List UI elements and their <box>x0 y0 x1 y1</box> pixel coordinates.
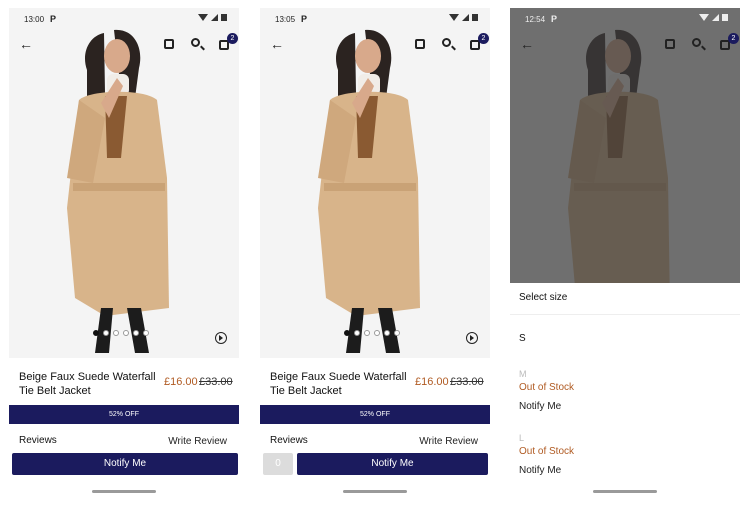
signal-icon <box>712 14 719 21</box>
reviews-heading: Reviews <box>270 435 308 446</box>
battery-icon <box>722 14 728 21</box>
stock-status: Out of Stock <box>519 382 575 393</box>
status-bar: 12:54 P <box>510 8 740 30</box>
pager-dot[interactable] <box>394 330 400 336</box>
pager-dot[interactable] <box>344 330 350 336</box>
status-time: 13:00 <box>24 15 45 24</box>
product-title: Beige Faux Suede Waterfall Tie Belt Jack… <box>270 371 407 397</box>
back-arrow-icon[interactable]: ← <box>19 36 33 52</box>
sale-price: £16.00 <box>164 376 198 388</box>
pager-dot[interactable] <box>384 330 390 336</box>
sheet-title: Select size <box>519 292 568 303</box>
size-option-l: L <box>519 433 525 443</box>
size-option-m: M <box>519 369 527 379</box>
reviews-heading: Reviews <box>19 435 57 446</box>
back-arrow-icon[interactable]: ← <box>270 36 284 52</box>
home-indicator[interactable] <box>92 490 156 493</box>
notify-me-link[interactable]: Notify Me <box>519 465 561 476</box>
product-image[interactable] <box>9 8 239 358</box>
divider <box>510 314 740 315</box>
screen-product-1: 13:00 P ← 2 Beige Faux Suede Waterfall T… <box>9 0 239 512</box>
screen-product-2: 13:05 P ← 2 Beige Faux Suede Waterfall T… <box>260 0 490 512</box>
store-icon[interactable] <box>415 39 425 49</box>
product-title: Beige Faux Suede Waterfall Tie Belt Jack… <box>19 371 156 397</box>
play-video-icon[interactable] <box>466 332 478 344</box>
carrier-icon: P <box>551 14 558 24</box>
status-bar: 13:05 P <box>260 8 490 30</box>
stock-status: Out of Stock <box>519 446 575 457</box>
quantity-field[interactable]: 0 <box>263 453 293 475</box>
pager-dot[interactable] <box>374 330 380 336</box>
pager-dot[interactable] <box>103 330 109 336</box>
home-indicator[interactable] <box>343 490 407 493</box>
battery-icon <box>472 14 478 21</box>
wifi-icon <box>198 14 208 21</box>
discount-banner: 52% OFF <box>9 405 239 424</box>
cart-badge: 2 <box>478 33 489 44</box>
play-video-icon[interactable] <box>215 332 227 344</box>
top-app-bar: ← 2 <box>260 30 490 60</box>
search-icon <box>692 38 701 47</box>
status-time: 12:54 <box>525 15 546 24</box>
notify-me-link[interactable]: Notify Me <box>519 401 561 412</box>
pager-dot[interactable] <box>354 330 360 336</box>
cart-badge: 2 <box>227 33 238 44</box>
signal-icon <box>462 14 469 21</box>
search-icon[interactable] <box>442 38 451 47</box>
pager-dot[interactable] <box>93 330 99 336</box>
write-review-link[interactable]: Write Review <box>419 436 478 447</box>
battery-icon <box>221 14 227 21</box>
pager-dot[interactable] <box>364 330 370 336</box>
search-icon[interactable] <box>191 38 200 47</box>
carrier-icon: P <box>301 14 308 24</box>
pager-dot[interactable] <box>133 330 139 336</box>
wifi-icon <box>699 14 709 21</box>
screen-size-picker: 12:54 P ← 2 Select size S M Out of Stock… <box>510 0 740 512</box>
original-price: £33.00 <box>450 376 484 388</box>
product-image[interactable] <box>260 8 490 358</box>
top-app-bar: ← 2 <box>9 30 239 60</box>
notify-me-button[interactable]: Notify Me <box>12 453 238 475</box>
store-icon <box>665 39 675 49</box>
sale-price: £16.00 <box>415 376 449 388</box>
notify-me-button[interactable]: Notify Me <box>297 453 488 475</box>
status-bar: 13:00 P <box>9 8 239 30</box>
pager-dot[interactable] <box>123 330 129 336</box>
home-indicator[interactable] <box>593 490 657 493</box>
signal-icon <box>211 14 218 21</box>
pager-dot[interactable] <box>143 330 149 336</box>
original-price: £33.00 <box>199 376 233 388</box>
write-review-link[interactable]: Write Review <box>168 436 227 447</box>
wifi-icon <box>449 14 459 21</box>
top-app-bar: ← 2 <box>510 30 740 60</box>
carrier-icon: P <box>50 14 57 24</box>
back-arrow-icon: ← <box>520 36 534 52</box>
discount-banner: 52% OFF <box>260 405 490 424</box>
status-time: 13:05 <box>275 15 296 24</box>
store-icon[interactable] <box>164 39 174 49</box>
cart-badge: 2 <box>728 33 739 44</box>
size-option-s[interactable]: S <box>519 333 526 344</box>
image-pager[interactable] <box>344 330 400 336</box>
pager-dot[interactable] <box>113 330 119 336</box>
image-pager[interactable] <box>93 330 149 336</box>
